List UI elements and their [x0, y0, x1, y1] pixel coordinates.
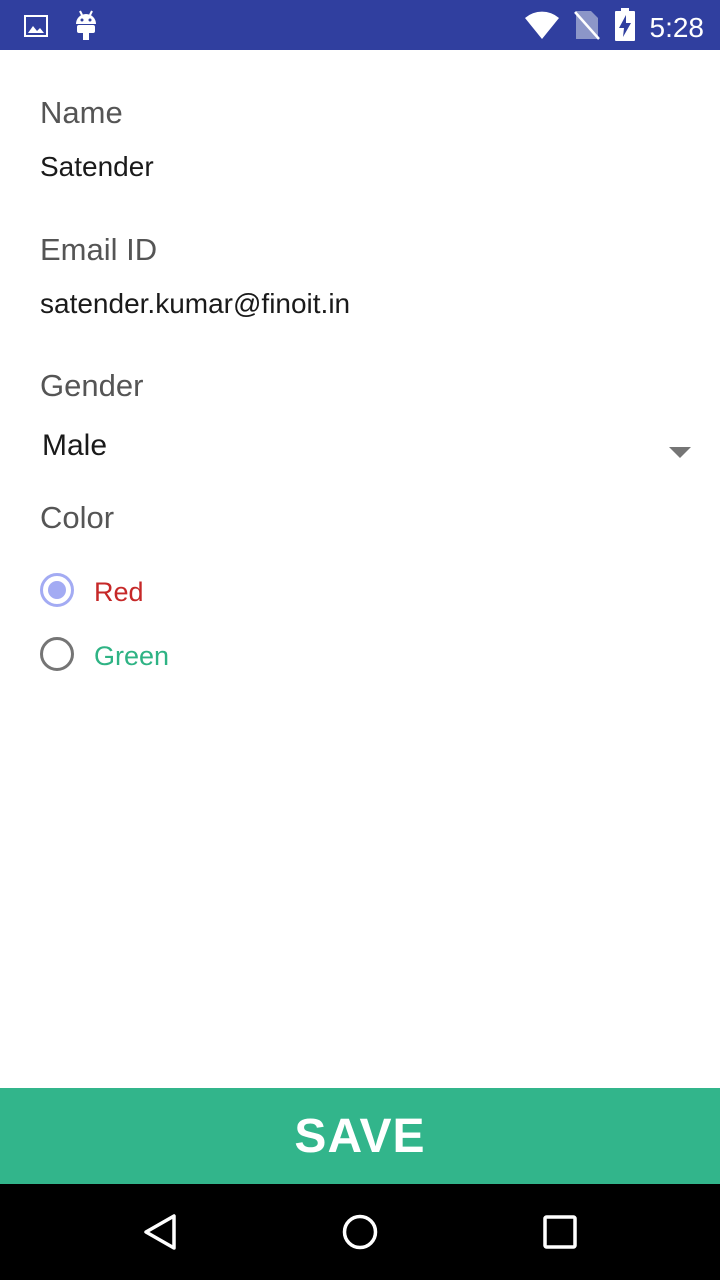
radio-red-label: Red — [94, 577, 144, 607]
color-label: Color — [40, 500, 115, 535]
gender-label: Gender — [40, 368, 144, 403]
status-bar: 5:28 — [0, 0, 720, 50]
gender-dropdown[interactable]: Male — [0, 405, 720, 469]
recents-icon[interactable] — [540, 1212, 580, 1252]
home-icon[interactable] — [340, 1212, 380, 1252]
name-label: Name — [40, 95, 123, 130]
wifi-icon — [524, 10, 560, 45]
radio-green[interactable]: Green — [40, 637, 340, 681]
image-icon — [24, 14, 48, 43]
gender-selected-value: Male — [42, 429, 108, 462]
battery-charging-icon — [614, 8, 636, 47]
form-content: Name Satender Email ID satender.kumar@fi… — [0, 50, 720, 1088]
back-icon[interactable] — [140, 1212, 180, 1252]
status-time: 5:28 — [649, 11, 705, 43]
save-button[interactable]: SAVE — [0, 1088, 720, 1184]
email-field[interactable]: satender.kumar@finoit.in — [40, 288, 350, 320]
radio-red[interactable]: Red — [40, 573, 340, 617]
email-label: Email ID — [40, 232, 158, 267]
name-field[interactable]: Satender — [40, 151, 154, 183]
save-button-label: SAVE — [294, 1109, 426, 1163]
android-icon — [74, 10, 98, 47]
dropdown-arrow-icon — [669, 447, 691, 458]
navigation-bar — [0, 1184, 720, 1280]
radio-checked-icon — [40, 573, 74, 607]
radio-unchecked-icon — [40, 637, 74, 671]
no-sim-icon — [573, 9, 600, 46]
radio-green-label: Green — [94, 641, 170, 671]
